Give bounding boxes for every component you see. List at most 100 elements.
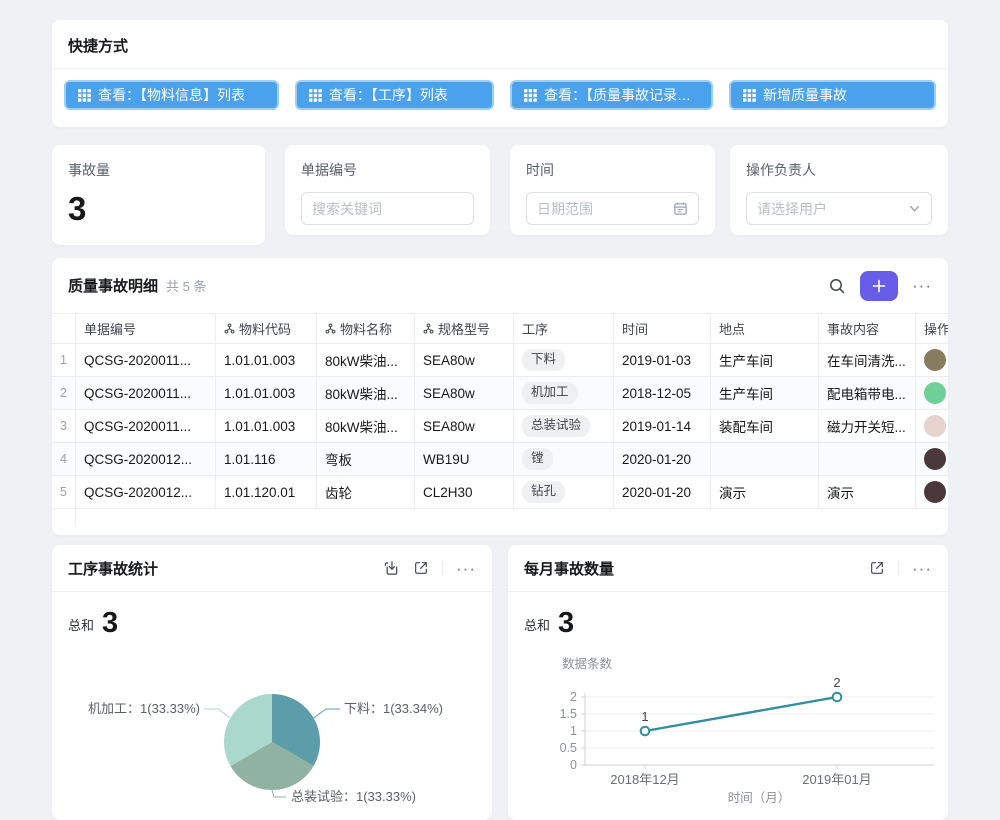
point-label: 2 [833,675,840,690]
data-point[interactable] [641,727,650,736]
cell-doc-number: QCSG-2020011... [76,377,216,410]
shortcut-button[interactable]: 查看：【质量事故记录】... [510,80,713,110]
table-row[interactable]: 5QCSG-2020012...1.01.120.01齿轮CL2H30钻孔202… [52,476,948,509]
app-grid-icon [524,89,537,102]
column-header[interactable]: 物料名称 [317,313,415,344]
cell-content: 在车间清洗... [819,344,916,377]
shortcut-button-label: 查看：【质量事故记录】... [544,85,699,105]
table-header-bar: 质量事故明细 共 5 条 ··· [52,258,948,313]
cell-content [819,443,916,476]
date-range-placeholder: 日期范围 [537,199,593,219]
table-body: 1QCSG-2020011...1.01.01.00380kW柴油...SEA8… [52,344,948,509]
cell-doc-number: QCSG-2020012... [76,443,216,476]
line-sum: 总和 3 [508,592,948,638]
monthly-count-card: 每月事故数量 ··· 总和 3 00.511.522018年12月2019年01… [508,545,948,820]
search-button[interactable] [828,277,846,295]
cell-spec: SEA80w [415,410,514,443]
shortcuts-card: 快捷方式 查看：【物料信息】列表 查看：【工序】列表 查看：【质量事故记录】... 新… [52,20,948,127]
column-header[interactable]: 事故内容 [819,313,916,344]
cell-doc-number: QCSG-2020012... [76,476,216,509]
search-icon [828,277,846,295]
data-point[interactable] [833,693,842,702]
x-tick-label: 2019年01月 [802,772,871,787]
user-select[interactable]: 请选择用户 [746,192,932,225]
column-header[interactable]: 规格型号 [415,313,514,344]
table-row[interactable]: 3QCSG-2020011...1.01.01.00380kW柴油...SEA8… [52,410,948,443]
process-pie-chart[interactable]: 下料：1(33.34%) 总装试验：1(33.33%) 机加工：1(33.33%) [52,545,492,820]
monthly-line-chart[interactable]: 00.511.522018年12月2019年01月12数据条数时间（月） [508,545,948,820]
row-number: 3 [52,410,76,443]
table-row[interactable]: 4QCSG-2020012...1.01.116弯板WB19U镗2020-01-… [52,443,948,476]
shortcut-button[interactable]: 查看：【工序】列表 [295,80,494,110]
row-number: 1 [52,344,76,377]
cell-place [711,443,819,476]
cell-content: 磁力开关短... [819,410,916,443]
pie-slice-label: 机加工：1(33.33%) [88,701,200,716]
table-row[interactable]: 2QCSG-2020011...1.01.01.00380kW柴油...SEA8… [52,377,948,410]
operator-filter-card: 操作负责人 请选择用户 [730,145,948,235]
avatar [924,349,946,371]
incident-table: 单据编号物料代码物料名称规格型号工序时间地点事故内容操作负责人 1QCSG-20… [52,313,948,526]
column-header[interactable]: 操作负责人 [916,313,948,344]
cell-place: 装配车间 [711,410,819,443]
pie-slice-label: 总装试验：1(33.33%) [291,789,416,804]
app-grid-icon [309,89,322,102]
avatar [924,481,946,503]
table-record-count: 共 5 条 [166,276,206,295]
y-tick-label: 0 [570,758,577,772]
column-header[interactable]: 工序 [514,313,614,344]
cell-material-name: 80kW柴油... [317,377,415,410]
cell-date: 2018-12-05 [614,377,711,410]
table-row[interactable]: 1QCSG-2020011...1.01.01.00380kW柴油...SEA8… [52,344,948,377]
table-more-menu[interactable]: ··· [912,277,932,294]
process-tag: 总装试验 [522,415,590,437]
cell-operator [916,377,948,410]
cell-process: 钻孔 [514,476,614,509]
pie-slice-label: 下料：1(33.34%) [344,701,443,716]
shortcut-button[interactable]: 新增质量事故 [729,80,936,110]
column-header[interactable]: 物料代码 [216,313,317,344]
incident-count-card: 事故量 3 [52,145,265,245]
column-header[interactable]: 单据编号 [76,313,216,344]
cell-material-name: 齿轮 [317,476,415,509]
chevron-down-icon [908,202,921,215]
process-tag: 下料 [522,349,565,371]
doc-number-search-input[interactable] [301,192,474,225]
table-empty-row [52,509,948,526]
incident-count-label: 事故量 [68,160,249,180]
pie-callout-line [314,709,340,718]
cell-date: 2020-01-20 [614,443,711,476]
cell-material-name: 弯板 [317,443,415,476]
incident-table-card: 质量事故明细 共 5 条 ··· 单据编号物料代码物料名称规格型号工序时间地点事… [52,258,948,535]
shortcut-button[interactable]: 查看：【物料信息】列表 [64,80,279,110]
y-tick-label: 2 [570,690,577,704]
cell-spec: SEA80w [415,344,514,377]
pie-sum-value: 3 [102,609,118,638]
shortcuts-title: 快捷方式 [52,20,948,68]
row-number: 4 [52,443,76,476]
time-filter-card: 时间 日期范围 [510,145,715,235]
cell-process: 下料 [514,344,614,377]
shortcut-button-label: 查看：【工序】列表 [329,85,448,105]
y-tick-label: 1.5 [560,707,577,721]
incident-count-value: 3 [68,192,249,225]
row-number-header [52,313,76,344]
cell-material-code: 1.01.120.01 [216,476,317,509]
time-label: 时间 [526,160,699,180]
column-header[interactable]: 地点 [711,313,819,344]
doc-number-label: 单据编号 [301,160,474,180]
column-header[interactable]: 时间 [614,313,711,344]
cell-operator [916,443,948,476]
add-record-button[interactable] [860,271,898,301]
row-number: 2 [52,377,76,410]
cell-spec: CL2H30 [415,476,514,509]
cell-operator [916,476,948,509]
relation-icon [325,323,336,334]
cell-spec: SEA80w [415,377,514,410]
date-range-input[interactable]: 日期范围 [526,192,699,225]
cell-process: 总装试验 [514,410,614,443]
cell-process: 镗 [514,443,614,476]
cell-spec: WB19U [415,443,514,476]
pie-sum: 总和 3 [52,592,492,638]
cell-date: 2019-01-03 [614,344,711,377]
